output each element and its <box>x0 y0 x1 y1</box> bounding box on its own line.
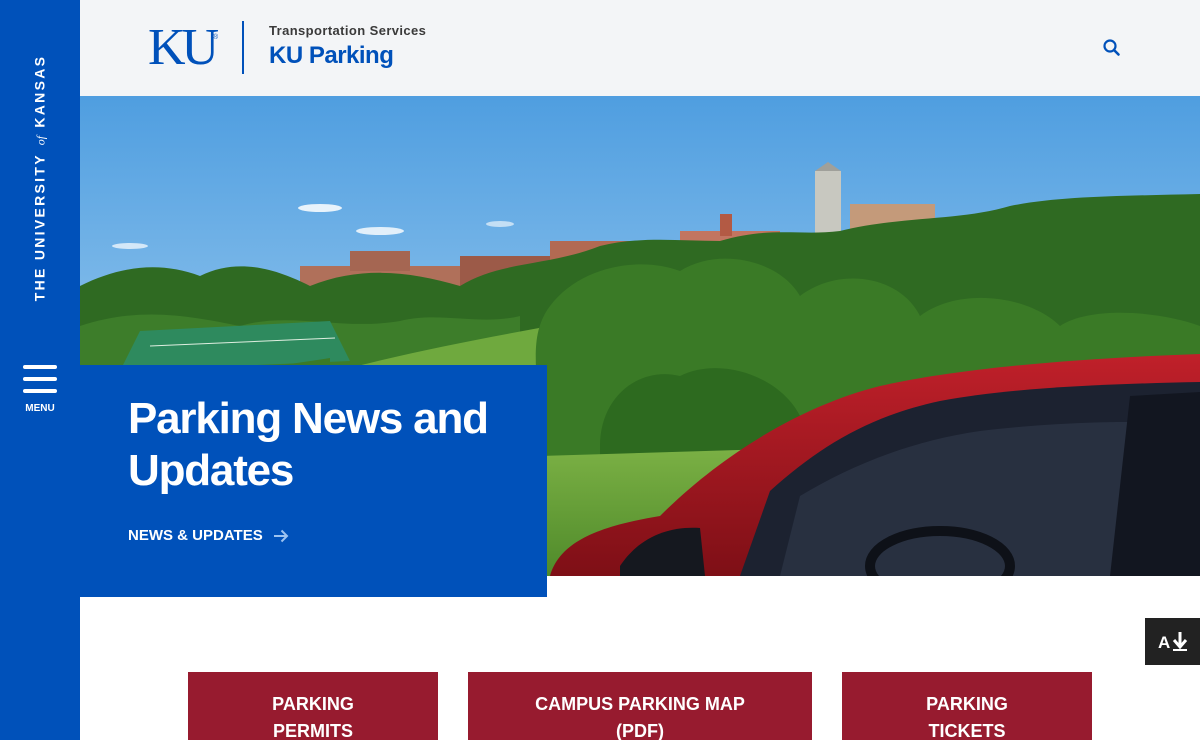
svg-text:A: A <box>1158 633 1170 652</box>
parking-permits-line2: PERMITS <box>272 721 353 740</box>
parking-tickets-button[interactable]: PARKING TICKETS <box>842 672 1092 740</box>
site-header: KU ® Transportation Services KU Parking <box>80 0 1200 96</box>
side-rail: THE UNIVERSITY of KANSAS MENU <box>0 0 80 740</box>
hero-title: Parking News and Updates <box>128 394 489 495</box>
parking-permits-line1: PARKING <box>272 694 354 714</box>
menu-label: MENU <box>25 403 55 414</box>
parking-tickets-line2: TICKETS <box>928 721 1006 740</box>
registered-mark: ® <box>212 34 219 41</box>
news-updates-link[interactable]: NEWS & UPDATES <box>128 527 289 544</box>
parking-tickets-line1: PARKING <box>926 694 1008 714</box>
campus-parking-map-line1: CAMPUS PARKING MAP <box>535 694 745 714</box>
logo-divider <box>242 21 244 74</box>
university-wordmark-post: KANSAS <box>31 54 48 128</box>
menu-button[interactable]: MENU <box>18 362 62 418</box>
ku-logo-text: KU <box>148 19 219 76</box>
hero-card: Parking News and Updates NEWS & UPDATES <box>80 365 547 597</box>
department-name[interactable]: Transportation Services <box>269 23 426 38</box>
text-to-speech-download-icon: A <box>1158 632 1188 652</box>
campus-parking-map-button[interactable]: CAMPUS PARKING MAP (PDF) <box>468 672 812 740</box>
news-updates-label: NEWS & UPDATES <box>128 527 263 544</box>
search-button[interactable] <box>1102 38 1122 58</box>
university-wordmark-of: of <box>33 135 48 146</box>
accessibility-download-button[interactable]: A <box>1145 618 1200 665</box>
search-icon <box>1103 39 1120 56</box>
university-wordmark[interactable]: THE UNIVERSITY of KANSAS <box>32 55 49 302</box>
hamburger-icon <box>23 365 57 395</box>
arrow-right-icon <box>273 529 289 542</box>
site-name[interactable]: KU Parking <box>269 42 394 70</box>
university-wordmark-pre: THE UNIVERSITY <box>31 153 48 302</box>
campus-parking-map-line2: (PDF) <box>616 721 664 740</box>
parking-permits-button[interactable]: PARKING PERMITS <box>188 672 438 740</box>
quick-links: PARKING PERMITS CAMPUS PARKING MAP (PDF)… <box>0 672 1200 740</box>
ku-logo[interactable]: KU ® <box>148 19 219 76</box>
